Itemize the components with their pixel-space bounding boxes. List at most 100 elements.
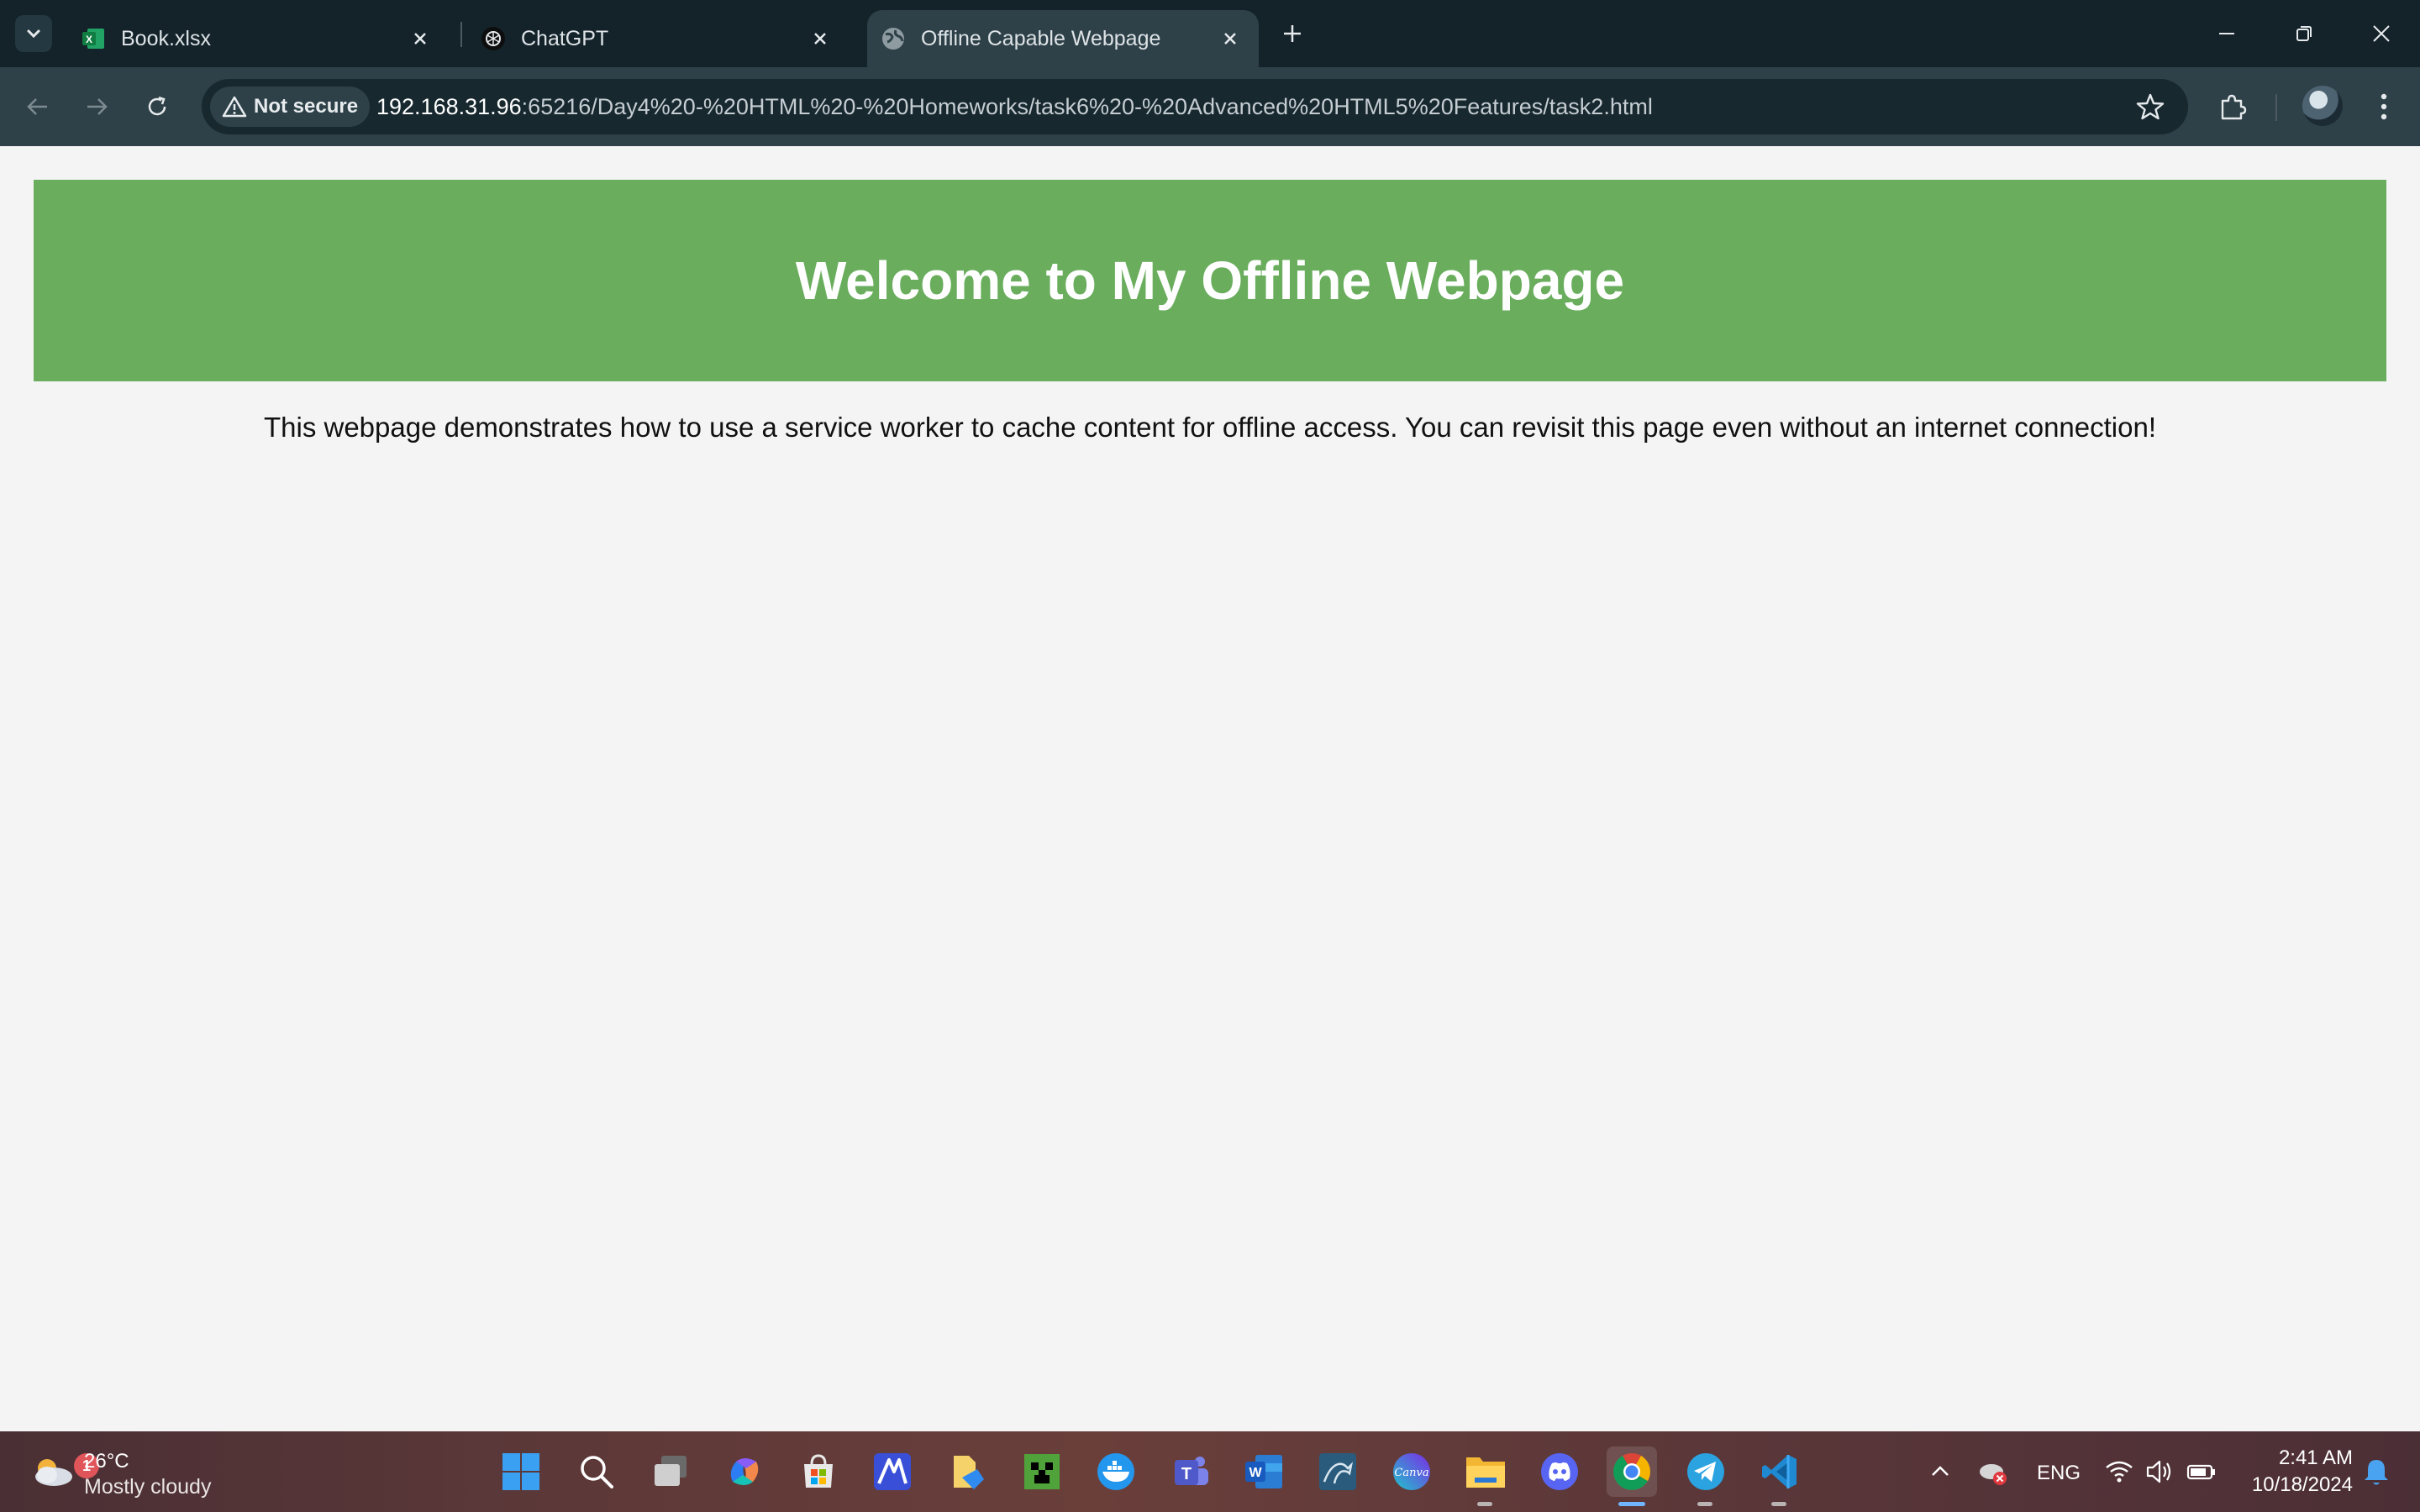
wifi-status[interactable] xyxy=(2104,1455,2134,1493)
chevron-down-icon xyxy=(27,29,40,39)
microsoft-store-icon xyxy=(804,1454,833,1488)
app-active-indicator xyxy=(1618,1502,1645,1506)
app-running-indicator xyxy=(1697,1502,1712,1506)
excel-icon: X xyxy=(81,26,106,51)
vscode-icon xyxy=(1762,1455,1797,1488)
app-running-indicator xyxy=(1771,1502,1786,1506)
tab-search-button[interactable] xyxy=(15,15,52,52)
canva-icon: Canva xyxy=(1393,1453,1430,1490)
telegram-button[interactable] xyxy=(1681,1446,1731,1497)
svg-text:W: W xyxy=(1249,1466,1262,1480)
back-button[interactable] xyxy=(17,86,59,128)
browser-toolbar: Not secure 192.168.31.96:65216/Day4%20-%… xyxy=(0,67,2420,146)
teams-icon: T xyxy=(1175,1457,1208,1485)
tab-offline-capable-webpage[interactable]: Offline Capable Webpage xyxy=(867,10,1259,67)
close-window-button[interactable] xyxy=(2356,12,2407,55)
copilot-icon xyxy=(730,1458,759,1485)
bookmark-button[interactable] xyxy=(2134,91,2166,123)
chrome-button[interactable] xyxy=(1607,1446,1657,1497)
arrow-right-icon xyxy=(87,98,108,115)
weather-widget[interactable]: 1 26°C Mostly cloudy xyxy=(25,1445,227,1499)
system-clock[interactable]: 2:41 AM 10/18/2024 xyxy=(2218,1445,2353,1499)
onedrive-status-button[interactable] xyxy=(1976,1455,2010,1493)
copilot-button[interactable] xyxy=(719,1446,770,1497)
word-button[interactable]: W xyxy=(1239,1446,1289,1497)
canva-button[interactable]: Canva xyxy=(1386,1446,1437,1497)
weather-temperature: 26°C xyxy=(84,1450,129,1473)
page-title: Welcome to My Offline Webpage xyxy=(795,250,1625,311)
svg-text:X: X xyxy=(86,34,92,45)
cloud-error-icon xyxy=(1980,1464,2007,1485)
task-view-icon xyxy=(655,1456,687,1486)
bell-icon xyxy=(2365,1460,2388,1485)
file-explorer-pin-icon xyxy=(954,1456,984,1489)
url-text[interactable]: 192.168.31.96:65216/Day4%20-%20HTML%20-%… xyxy=(376,94,1653,120)
file-explorer-button[interactable] xyxy=(1460,1446,1511,1497)
docker-icon xyxy=(1097,1453,1134,1490)
task-view-button[interactable] xyxy=(645,1446,696,1497)
tab-close-button[interactable] xyxy=(403,22,437,55)
browser-tab-strip: X Book.xlsx ChatGPT Offline Capable Webp… xyxy=(0,0,2420,67)
microsoft-store-button[interactable] xyxy=(793,1446,844,1497)
chrome-icon xyxy=(1613,1453,1650,1490)
docker-button[interactable] xyxy=(1091,1446,1141,1497)
wifi-icon xyxy=(2106,1461,2133,1483)
mysql-icon xyxy=(1319,1453,1356,1490)
restore-button[interactable] xyxy=(2279,12,2329,55)
reload-button[interactable] xyxy=(136,86,178,128)
reload-icon xyxy=(148,96,166,116)
minimize-button[interactable] xyxy=(2202,12,2252,55)
extensions-button[interactable] xyxy=(2212,86,2254,128)
mysql-workbench-button[interactable] xyxy=(1313,1446,1363,1497)
windows-start-icon xyxy=(502,1453,539,1490)
new-tab-button[interactable] xyxy=(1274,15,1311,52)
web-page-content: Welcome to My Offline Webpage This webpa… xyxy=(0,146,2420,1431)
restore-icon xyxy=(2296,26,2312,41)
url-host: 192.168.31.96 xyxy=(376,94,522,119)
profile-avatar[interactable] xyxy=(2302,86,2343,126)
teams-button[interactable]: T xyxy=(1165,1446,1215,1497)
more-vertical-icon xyxy=(2381,93,2387,120)
battery-status[interactable] xyxy=(2186,1455,2217,1493)
input-language-indicator[interactable]: ENG xyxy=(2037,1462,2081,1485)
search-icon xyxy=(581,1456,613,1488)
notifications-button[interactable] xyxy=(2361,1455,2391,1493)
show-hidden-icons-button[interactable] xyxy=(1929,1455,1951,1493)
ai-app-button[interactable] xyxy=(867,1446,918,1497)
star-icon xyxy=(2136,93,2165,120)
tab-separator xyxy=(460,22,462,47)
url-path: :65216/Day4%20-%20HTML%20-%20Homeworks/t… xyxy=(521,94,1653,119)
weather-condition: Mostly cloudy xyxy=(84,1475,212,1499)
tab-title: Offline Capable Webpage xyxy=(921,26,1161,50)
tab-close-button[interactable] xyxy=(1213,22,1247,55)
close-icon xyxy=(414,33,426,45)
tab-chatgpt[interactable]: ChatGPT xyxy=(471,10,849,67)
telegram-icon xyxy=(1687,1453,1724,1490)
browser-menu-button[interactable] xyxy=(2363,86,2405,128)
clock-date: 10/18/2024 xyxy=(2251,1473,2353,1496)
toolbar-divider xyxy=(2275,94,2277,121)
page-description: This webpage demonstrates how to use a s… xyxy=(263,412,2157,443)
file-explorer-pin-button[interactable] xyxy=(943,1446,993,1497)
ai-app-icon xyxy=(874,1453,911,1490)
svg-text:Canva: Canva xyxy=(1394,1467,1428,1479)
discord-button[interactable] xyxy=(1534,1446,1585,1497)
forward-button[interactable] xyxy=(76,86,118,128)
battery-icon xyxy=(2186,1464,2215,1480)
vscode-button[interactable] xyxy=(1754,1446,1805,1497)
search-button[interactable] xyxy=(571,1446,622,1497)
tab-book-xlsx[interactable]: X Book.xlsx xyxy=(71,10,449,67)
tab-close-button[interactable] xyxy=(803,22,837,55)
chevron-up-icon xyxy=(1932,1466,1949,1476)
globe-icon xyxy=(881,26,906,51)
minecraft-button[interactable] xyxy=(1017,1446,1067,1497)
volume-control[interactable] xyxy=(2144,1455,2175,1493)
security-indicator[interactable]: Not secure xyxy=(210,87,371,127)
cloudy-weather-icon xyxy=(35,1459,72,1486)
close-icon xyxy=(814,33,826,45)
puzzle-icon xyxy=(2221,94,2247,120)
windows-taskbar: 1 26°C Mostly cloudy T W Canva ENG 2:41 … xyxy=(0,1431,2420,1512)
warning-icon xyxy=(222,96,247,118)
address-bar[interactable]: Not secure 192.168.31.96:65216/Day4%20-%… xyxy=(202,79,2188,134)
windows-start-button[interactable] xyxy=(496,1446,546,1497)
